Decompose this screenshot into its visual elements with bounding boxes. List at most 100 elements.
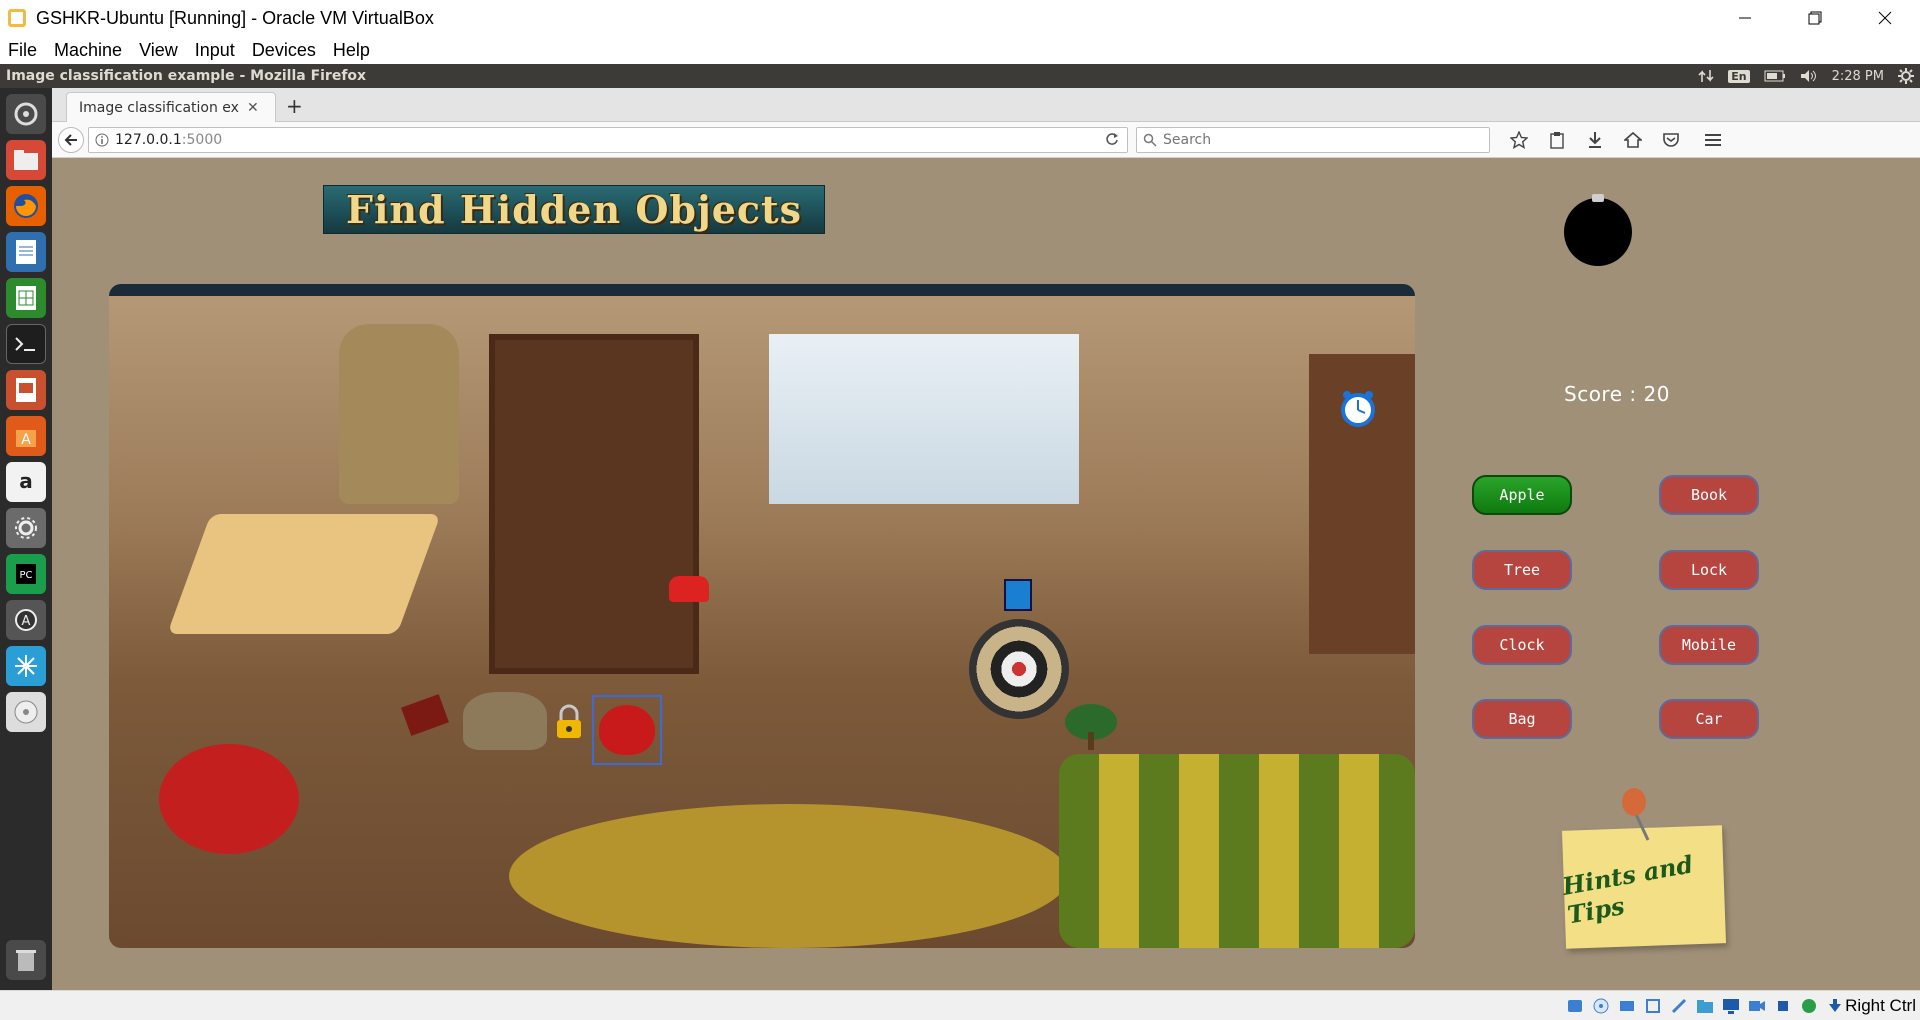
tab-image-classification[interactable]: Image classification ex... ✕ [66, 92, 276, 122]
amazon-icon[interactable]: a [6, 462, 46, 502]
optical-drive-icon[interactable] [6, 692, 46, 732]
restore-button[interactable] [1780, 0, 1850, 36]
audio-icon[interactable] [1616, 995, 1638, 1017]
optical-disk-icon[interactable] [1590, 995, 1612, 1017]
menu-button[interactable] [1694, 127, 1732, 153]
hidden-lock-icon[interactable] [554, 704, 584, 740]
system-settings-icon[interactable] [6, 508, 46, 548]
writer-icon[interactable] [6, 232, 46, 272]
menu-file[interactable]: File [8, 40, 37, 61]
clock-text[interactable]: 2:28 PM [1832, 69, 1884, 84]
scene-red-table [159, 744, 299, 854]
volume-icon[interactable] [1800, 69, 1818, 83]
hidden-clock-icon[interactable] [1339, 389, 1377, 427]
software-center-icon[interactable]: A [6, 416, 46, 456]
scene-dartboard [969, 619, 1069, 719]
reading-list-button[interactable] [1538, 127, 1576, 153]
browser-tabbar: Image classification ex... ✕ + [52, 88, 1920, 122]
object-apple-button[interactable]: Apple [1472, 475, 1572, 515]
object-lock-button[interactable]: Lock [1659, 550, 1759, 590]
hidden-book-object[interactable] [401, 694, 449, 736]
object-car-button[interactable]: Car [1659, 699, 1759, 739]
push-pin-icon [1622, 788, 1650, 841]
downloads-button[interactable] [1576, 127, 1614, 153]
menu-help[interactable]: Help [333, 40, 370, 61]
hidden-bag-object[interactable] [463, 692, 547, 750]
hamburger-menu-icon [1705, 134, 1721, 146]
countdown-bomb-timer [1564, 194, 1632, 266]
object-bag-button[interactable]: Bag [1472, 699, 1572, 739]
update-manager-icon[interactable]: A [6, 600, 46, 640]
hints-label: Hints and Tips [1560, 849, 1696, 930]
hard-disk-icon[interactable] [1564, 995, 1586, 1017]
url-bar[interactable]: 127.0.0.1:5000 [88, 127, 1128, 153]
page-content: Find Hidden Objects Score: 20 Apple Boo… [52, 158, 1920, 990]
hidden-car-object[interactable] [669, 576, 709, 602]
minimize-icon [1739, 17, 1751, 19]
pocket-icon [1663, 133, 1679, 147]
menu-devices[interactable]: Devices [252, 40, 316, 61]
svg-text:A: A [21, 432, 31, 448]
bookmark-star-button[interactable] [1500, 127, 1538, 153]
network-icon[interactable] [1698, 68, 1714, 84]
window-titlebar: GSHKR-Ubuntu [Running] - Oracle VM Virtu… [0, 0, 1920, 36]
menu-input[interactable]: Input [195, 40, 235, 61]
cpu-icon[interactable] [1772, 995, 1794, 1017]
close-icon [1878, 11, 1892, 25]
calc-icon[interactable] [6, 278, 46, 318]
reload-icon[interactable] [1105, 132, 1119, 146]
firefox-icon[interactable] [6, 186, 46, 226]
svg-text:a: a [19, 469, 33, 493]
virtualbox-logo-icon [8, 9, 26, 27]
impress-icon[interactable] [6, 370, 46, 410]
window-title: GSHKR-Ubuntu [Running] - Oracle VM Virtu… [36, 7, 434, 28]
usb-icon[interactable] [1668, 995, 1690, 1017]
battery-icon[interactable] [1764, 70, 1786, 82]
pocket-button[interactable] [1652, 127, 1690, 153]
tab-label: Image classification ex... [79, 99, 239, 116]
url-host: 127.0.0.1 [115, 132, 182, 148]
keyboard-layout-indicator[interactable]: En [1728, 69, 1750, 83]
scene-window [769, 334, 1079, 504]
minimize-button[interactable] [1710, 0, 1780, 36]
found-apple-highlight[interactable] [592, 695, 662, 765]
new-tab-plus-icon[interactable]: + [286, 94, 303, 118]
home-button[interactable] [1614, 127, 1652, 153]
menu-view[interactable]: View [139, 40, 178, 61]
keyboard-capture-icon[interactable] [1824, 995, 1846, 1017]
files-icon[interactable] [6, 140, 46, 180]
hidden-mobile-object[interactable] [1004, 579, 1032, 611]
hints-and-tips-note[interactable]: Hints and Tips [1552, 784, 1732, 949]
search-input[interactable] [1163, 132, 1463, 148]
object-book-button[interactable]: Book [1659, 475, 1759, 515]
clipboard-icon [1550, 132, 1564, 149]
menu-machine[interactable]: Machine [54, 40, 122, 61]
back-button[interactable] [58, 127, 84, 153]
object-clock-button[interactable]: Clock [1472, 625, 1572, 665]
ubuntu-top-panel: Image classification example - Mozilla F… [0, 64, 1920, 88]
hidden-object-scene[interactable] [109, 284, 1415, 948]
network-adapter-icon[interactable] [1642, 995, 1664, 1017]
tab-close-icon[interactable]: ✕ [247, 100, 259, 116]
hidden-tree-icon[interactable] [1061, 702, 1121, 752]
close-button[interactable] [1850, 0, 1920, 36]
dash-home-icon[interactable] [6, 94, 46, 134]
screenshot-tool-icon[interactable] [6, 646, 46, 686]
object-tree-button[interactable]: Tree [1472, 550, 1572, 590]
object-mobile-button[interactable]: Mobile [1659, 625, 1759, 665]
mouse-integration-icon[interactable] [1798, 995, 1820, 1017]
shared-folder-icon[interactable] [1694, 995, 1716, 1017]
scene-lamp [167, 514, 441, 634]
pycharm-icon[interactable]: PC [6, 554, 46, 594]
scene-sofa [1059, 754, 1415, 948]
vbox-menubar: File Machine View Input Devices Help [0, 36, 1920, 64]
settings-gear-icon[interactable] [1898, 68, 1914, 84]
site-info-icon[interactable] [95, 133, 109, 147]
terminal-icon[interactable] [6, 324, 46, 364]
display-icon[interactable] [1720, 995, 1742, 1017]
search-box[interactable] [1136, 127, 1490, 153]
trash-icon[interactable] [6, 940, 46, 980]
video-capture-icon[interactable] [1746, 995, 1768, 1017]
star-icon [1510, 131, 1528, 149]
game-title: Find Hidden Objects [345, 187, 803, 232]
